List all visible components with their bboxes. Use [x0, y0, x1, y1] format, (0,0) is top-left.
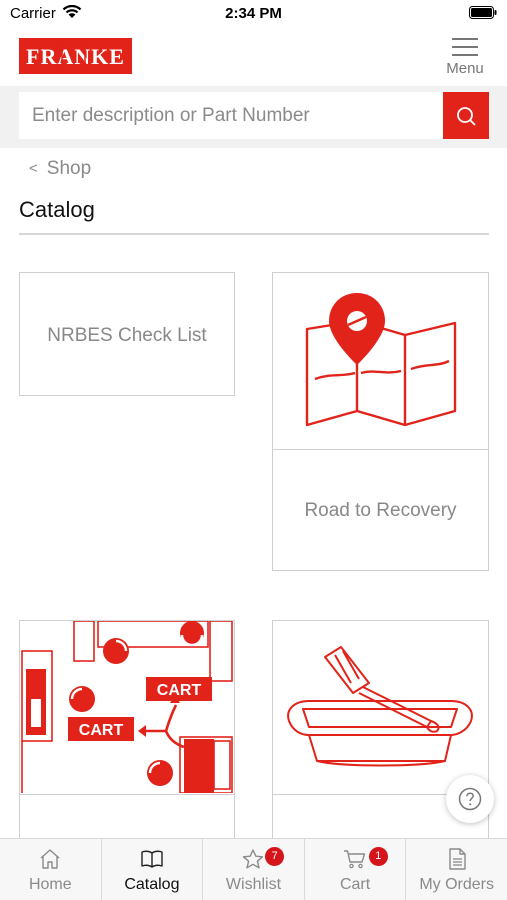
help-icon — [458, 787, 482, 811]
breadcrumb[interactable]: < Shop — [29, 158, 91, 180]
tab-my-orders[interactable]: My Orders — [406, 839, 507, 900]
cart-label-1: CART — [157, 682, 202, 699]
tab-label: Catalog — [124, 876, 180, 893]
tab-label: My Orders — [419, 876, 494, 893]
tab-cart[interactable]: 1 Cart — [305, 839, 407, 900]
page-title: Catalog — [19, 197, 95, 222]
status-bar: Carrier 2:34 PM — [0, 0, 507, 28]
baking-dish-icon — [287, 646, 473, 767]
menu-label: Menu — [446, 60, 484, 77]
catalog-card-road-to-recovery[interactable]: Road to Recovery — [272, 272, 489, 571]
card-divider — [273, 449, 488, 450]
document-icon — [448, 848, 466, 870]
app-header: FRANKE Menu — [0, 28, 507, 86]
hamburger-icon — [452, 38, 478, 56]
menu-button[interactable]: Menu — [441, 34, 489, 80]
title-divider — [19, 233, 489, 235]
battery-icon — [469, 6, 497, 19]
kitchen-floorplan-image: CART CART — [21, 621, 233, 793]
franke-logo[interactable]: FRANKE — [19, 38, 132, 74]
star-icon — [243, 849, 264, 869]
help-button[interactable] — [446, 775, 494, 823]
catalog-card-label: Road to Recovery — [304, 500, 457, 521]
search-bar — [0, 86, 507, 148]
tab-wishlist[interactable]: 7 Wishlist — [203, 839, 305, 900]
tab-home[interactable]: Home — [0, 839, 102, 900]
cart-label-2: CART — [79, 722, 124, 739]
catalog-card-kitchen-layout[interactable]: CART CART — [19, 620, 235, 840]
breadcrumb-shop[interactable]: Shop — [47, 158, 91, 179]
wishlist-badge: 7 — [265, 847, 285, 866]
clock: 2:34 PM — [225, 5, 282, 22]
search-input[interactable] — [19, 92, 443, 139]
tab-label: Cart — [339, 876, 371, 893]
search-icon — [457, 107, 476, 126]
tab-catalog[interactable]: Catalog — [102, 839, 204, 900]
search-button[interactable] — [443, 92, 489, 139]
home-icon — [40, 849, 60, 869]
search-box — [19, 92, 489, 139]
book-icon — [141, 850, 163, 868]
map-pin-icon — [305, 293, 457, 427]
catalog-card-label: NRBES Check List — [47, 325, 207, 346]
card-divider — [20, 794, 234, 795]
tab-bar: Home Catalog 7 Wishlist 1 Cart My Orders — [0, 838, 507, 900]
tab-label: Wishlist — [225, 876, 282, 893]
cart-icon — [344, 850, 366, 869]
tab-label: Home — [28, 876, 72, 893]
logo-text: FRANKE — [26, 44, 125, 69]
cart-badge: 1 — [368, 847, 388, 866]
catalog-card-nrbes[interactable]: NRBES Check List — [19, 272, 235, 396]
back-chevron-icon: < — [29, 160, 38, 177]
